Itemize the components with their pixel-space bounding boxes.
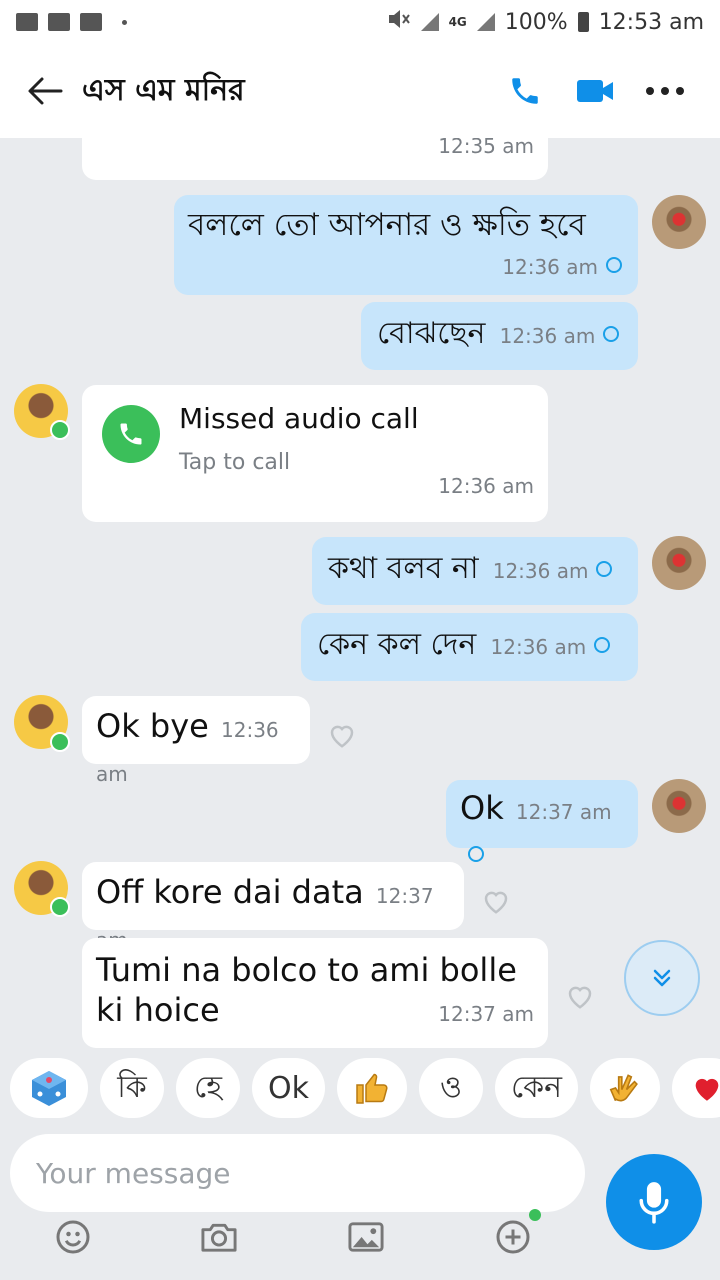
thumbs-up-icon <box>356 1073 388 1104</box>
message-text: Ok <box>460 789 504 827</box>
message-text: Off kore dai data <box>96 873 364 911</box>
message-time: 12:37 am <box>438 1002 534 1026</box>
heart-icon <box>695 1078 719 1101</box>
message-time: 12:35 am <box>438 138 534 158</box>
microphone-icon <box>639 1182 669 1224</box>
message-text: Ok bye <box>96 707 209 745</box>
quick-reply-dice[interactable] <box>10 1058 88 1118</box>
gallery-button[interactable] <box>346 1217 386 1257</box>
message-text: কথা বলব না <box>328 551 479 586</box>
apps-icon <box>80 13 102 31</box>
quick-reply-chip[interactable]: ও <box>419 1058 483 1118</box>
message-outgoing[interactable]: Ok 12:37 am <box>446 780 638 862</box>
phone-icon <box>120 423 142 445</box>
clock: 12:53 am <box>598 9 704 35</box>
heart-react-icon[interactable] <box>481 886 511 916</box>
message-time: 12:36 am <box>492 559 589 583</box>
status-right: 4G 100% 12:53 am <box>387 8 704 36</box>
message-time: 12:36 am <box>502 255 598 279</box>
voice-record-button[interactable] <box>606 1154 702 1250</box>
composer <box>0 1124 720 1280</box>
camera-icon <box>201 1223 237 1252</box>
video-camera-icon <box>577 80 613 102</box>
message-list[interactable]: 12:35 am বললে তো আপনার ও ক্ষতি হবে 12:36… <box>0 138 720 1052</box>
quick-reply-chip[interactable]: কি <box>100 1058 164 1118</box>
message-outgoing[interactable]: বোঝছেন 12:36 am <box>361 302 638 370</box>
call-back-button[interactable] <box>102 405 160 463</box>
message-incoming[interactable]: Off kore dai data 12:37 am <box>82 862 464 952</box>
sent-status-icon <box>606 257 622 273</box>
dice-icon <box>32 1071 66 1106</box>
message-outgoing[interactable]: বললে তো আপনার ও ক্ষতি হবে 12:36 am <box>174 195 638 295</box>
add-attachment-button[interactable] <box>493 1209 541 1257</box>
image-icon <box>348 1222 384 1252</box>
quick-reply-chip[interactable]: হে <box>176 1058 240 1118</box>
audio-call-button[interactable] <box>490 61 560 121</box>
camera-button[interactable] <box>199 1217 239 1257</box>
chat-header: এস এম মনির <box>0 44 720 138</box>
emoji-button[interactable] <box>53 1217 93 1257</box>
scroll-to-bottom-button[interactable] <box>624 940 700 1016</box>
signal-icon <box>420 13 439 31</box>
sent-status-icon <box>596 561 613 577</box>
back-button[interactable] <box>20 66 70 116</box>
double-chevron-down-icon <box>653 969 671 987</box>
clapping-hands-icon <box>609 1074 638 1102</box>
notification-dot-icon <box>122 19 127 25</box>
message-text: বোঝছেন <box>377 316 486 351</box>
quick-reply-bar: কি হে Ok ও কেন <box>0 1052 720 1124</box>
gallery-icon <box>16 13 38 31</box>
avatar[interactable] <box>652 779 706 833</box>
sent-status-icon <box>594 637 611 653</box>
message-time: 12:36 am <box>490 635 587 659</box>
phone-icon <box>512 78 538 104</box>
message-outgoing[interactable]: কেন কল দেন 12:36 am <box>301 613 638 681</box>
mute-icon <box>387 8 411 36</box>
quick-reply-chip[interactable]: Ok <box>252 1058 325 1118</box>
message-meta: 12:36 am <box>502 243 622 287</box>
avatar[interactable] <box>652 536 706 590</box>
message-incoming[interactable]: Tumi na bolco to ami bolle ki hoice 12:3… <box>82 938 548 1048</box>
message-outgoing[interactable]: কথা বলব না 12:36 am <box>312 537 638 605</box>
quick-reply-chip[interactable]: কেন <box>495 1058 579 1118</box>
call-subtitle: Tap to call <box>179 450 291 475</box>
message-text: বললে তো আপনার ও ক্ষতি হবে <box>188 207 586 243</box>
message-incoming[interactable]: 12:35 am <box>82 138 548 180</box>
missed-call-card[interactable]: Missed audio call Tap to call 12:36 am <box>82 385 548 522</box>
quick-reply-thumbs-up[interactable] <box>337 1058 407 1118</box>
status-bar: 4G 100% 12:53 am <box>0 0 720 44</box>
sent-status-icon <box>468 846 484 862</box>
online-status-icon <box>50 732 70 752</box>
arrow-left-icon <box>28 77 63 105</box>
more-horizontal-icon <box>646 87 684 95</box>
status-left <box>16 13 127 31</box>
more-options-button[interactable] <box>630 61 700 121</box>
heart-react-icon[interactable] <box>565 981 595 1011</box>
signal-2-icon <box>476 13 495 31</box>
message-time: 12:37 am <box>515 800 612 824</box>
contact-name[interactable]: এস এম মনির <box>82 66 490 117</box>
message-time: 12:36 am <box>438 474 534 498</box>
smiley-icon <box>56 1220 90 1254</box>
message-incoming[interactable]: Ok bye 12:36 am <box>82 696 310 786</box>
video-call-button[interactable] <box>560 61 630 121</box>
message-text: কেন কল দেন <box>317 627 477 662</box>
network-type: 4G <box>448 15 467 29</box>
book-icon <box>48 13 70 31</box>
notification-dot-icon <box>529 1209 541 1221</box>
message-input[interactable] <box>10 1134 585 1212</box>
battery-icon <box>577 12 589 32</box>
quick-reply-heart[interactable] <box>672 1058 720 1118</box>
online-status-icon <box>50 897 70 917</box>
sent-status-icon <box>603 326 620 342</box>
call-title: Missed audio call <box>179 402 419 435</box>
battery-percent: 100% <box>504 9 568 35</box>
plus-circle-icon <box>496 1220 530 1254</box>
online-status-icon <box>50 420 70 440</box>
message-time: 12:36 am <box>499 324 596 348</box>
quick-reply-clap[interactable] <box>590 1058 661 1118</box>
avatar[interactable] <box>652 195 706 249</box>
heart-react-icon[interactable] <box>327 720 357 750</box>
